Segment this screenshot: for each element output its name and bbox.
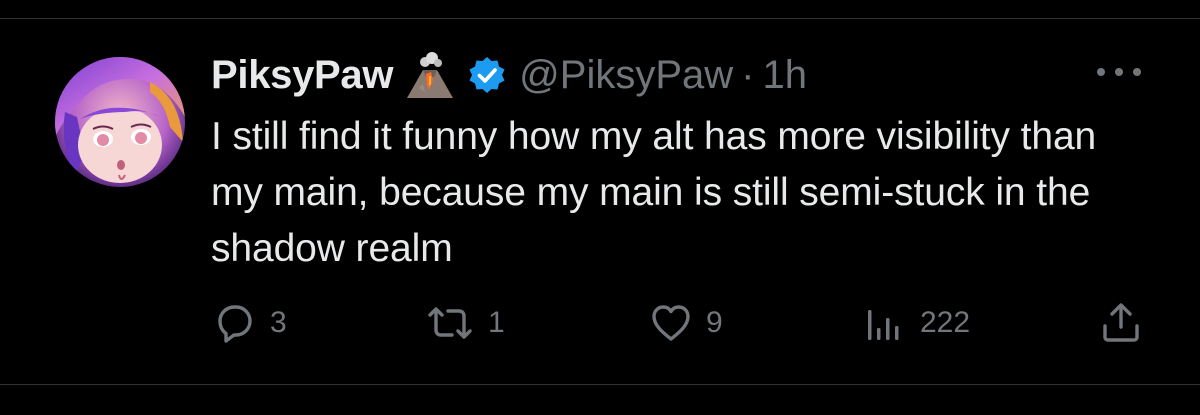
more-dot bbox=[1097, 68, 1105, 76]
author-handle[interactable]: @PiksyPaw bbox=[519, 53, 733, 98]
display-name[interactable]: PiksyPaw bbox=[211, 53, 393, 98]
verified-badge-icon[interactable] bbox=[467, 55, 507, 95]
repost-button[interactable]: 1 bbox=[424, 300, 505, 346]
views-button[interactable]: 222 bbox=[862, 300, 970, 346]
more-options-icon[interactable] bbox=[1097, 62, 1141, 82]
analytics-icon bbox=[868, 310, 899, 340]
reply-button[interactable]: 3 bbox=[212, 300, 287, 346]
reply-icon bbox=[218, 305, 252, 343]
more-dot bbox=[1115, 68, 1123, 76]
post-header: PiksyPaw @PiksyPaw · 1h bbox=[211, 50, 807, 100]
repost-count: 1 bbox=[488, 306, 505, 339]
volcano-icon bbox=[405, 50, 455, 100]
bottom-divider bbox=[0, 384, 1200, 385]
view-count: 222 bbox=[920, 306, 971, 339]
post-text: I still find it funny how my alt has mor… bbox=[211, 115, 1097, 270]
repost-icon bbox=[428, 307, 472, 339]
action-bar: 3 1 9 222 bbox=[0, 300, 1200, 346]
heart-icon bbox=[652, 305, 690, 341]
more-dot bbox=[1133, 68, 1141, 76]
share-button[interactable] bbox=[1098, 300, 1144, 346]
avatar[interactable] bbox=[55, 57, 185, 187]
timestamp[interactable]: 1h bbox=[762, 53, 807, 98]
reply-count: 3 bbox=[270, 306, 287, 339]
top-divider bbox=[0, 18, 1200, 19]
like-count: 9 bbox=[706, 306, 723, 339]
share-icon bbox=[1103, 303, 1139, 342]
like-button[interactable]: 9 bbox=[648, 300, 723, 346]
separator-dot: · bbox=[741, 52, 755, 97]
